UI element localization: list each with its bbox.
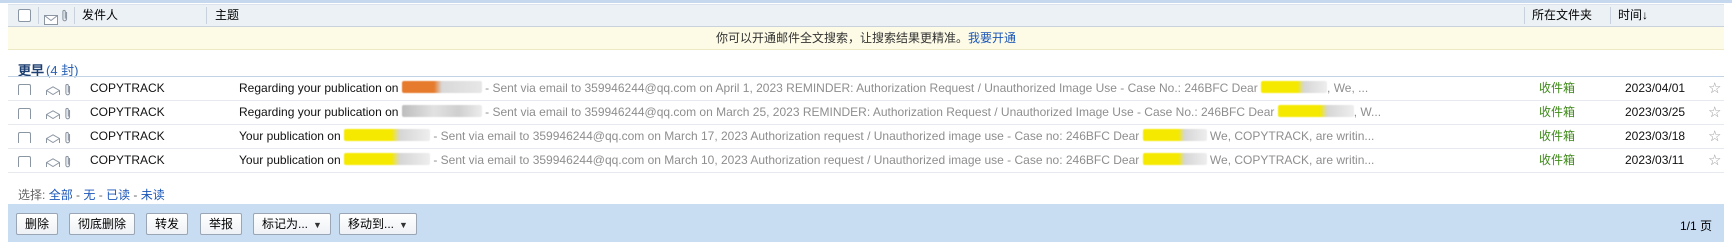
delete-button[interactable]: 删除 bbox=[16, 213, 59, 235]
paperclip-icon bbox=[64, 106, 72, 120]
header-divider bbox=[206, 7, 207, 24]
redacted-text bbox=[343, 153, 430, 165]
header-divider bbox=[1610, 7, 1611, 24]
mark-as-label: 标记为... bbox=[262, 217, 309, 231]
select-all-checkbox[interactable] bbox=[18, 9, 31, 22]
header-divider bbox=[1524, 7, 1525, 24]
row-subject-preview: - Sent via email to 359946244@qq.com on … bbox=[429, 129, 1143, 143]
redacted-text bbox=[1142, 129, 1207, 141]
star-icon[interactable]: ☆ bbox=[1708, 149, 1721, 172]
top-accent-line bbox=[0, 0, 1732, 3]
redacted-text bbox=[1261, 81, 1328, 93]
redacted-text bbox=[1277, 105, 1354, 117]
row-subject-preview: - Sent via email to 359946244@qq.com on … bbox=[481, 81, 1262, 95]
envelope-read-icon bbox=[46, 131, 60, 143]
row-subject-tail: We, COPYTRACK, are writin... bbox=[1206, 153, 1375, 167]
row-subject[interactable]: Your publication on - Sent via email to … bbox=[239, 125, 1519, 148]
row-folder: 收件箱 bbox=[1539, 153, 1576, 167]
star-icon[interactable]: ☆ bbox=[1708, 77, 1721, 100]
notice-text: 你可以开通邮件全文搜索，让搜索结果更精准。 bbox=[715, 31, 968, 45]
header-divider bbox=[74, 7, 75, 24]
row-subject-tail: We, COPYTRACK, are writin... bbox=[1206, 129, 1375, 143]
envelope-read-icon bbox=[46, 83, 60, 95]
row-subject[interactable]: Your publication on - Sent via email to … bbox=[239, 149, 1519, 172]
select-read-link[interactable]: 已读 bbox=[106, 188, 130, 202]
select-all-link[interactable]: 全部 bbox=[49, 188, 73, 202]
row-sender: COPYTRACK bbox=[90, 81, 165, 95]
row-checkbox[interactable] bbox=[18, 106, 31, 119]
star-icon[interactable]: ☆ bbox=[1708, 125, 1721, 148]
row-subject[interactable]: Regarding your publication on - Sent via… bbox=[239, 77, 1519, 100]
enable-fulltext-link[interactable]: 我要开通 bbox=[968, 31, 1016, 45]
paperclip-icon[interactable] bbox=[61, 9, 69, 23]
row-subject-preview: - Sent via email to 359946244@qq.com on … bbox=[481, 105, 1278, 119]
bottom-toolbar: 删除 彻底删除 转发 举报 标记为... ▼ 移动到... ▼ 1/1 页 bbox=[8, 204, 1724, 242]
paperclip-icon bbox=[64, 82, 72, 96]
row-date: 2023/03/25 bbox=[1625, 105, 1686, 119]
row-subject-title: Regarding your publication on bbox=[239, 105, 402, 119]
star-icon[interactable]: ☆ bbox=[1708, 101, 1721, 124]
mail-row[interactable]: COPYTRACK Regarding your publication on … bbox=[8, 77, 1724, 101]
redacted-text bbox=[343, 129, 430, 141]
sender-column-header[interactable]: 发件人 bbox=[82, 5, 118, 26]
row-date: 2023/04/01 bbox=[1625, 81, 1686, 95]
row-sender: COPYTRACK bbox=[90, 153, 165, 167]
row-subject-tail: , W... bbox=[1353, 105, 1382, 119]
row-checkbox[interactable] bbox=[18, 82, 31, 95]
folder-column-header[interactable]: 所在文件夹 bbox=[1532, 5, 1592, 26]
mail-list-header: 发件人 主题 所在文件夹 时间↓ bbox=[8, 4, 1724, 27]
mark-as-dropdown[interactable]: 标记为... ▼ bbox=[253, 213, 331, 235]
forward-button[interactable]: 转发 bbox=[146, 213, 189, 235]
report-button[interactable]: 举报 bbox=[200, 213, 243, 235]
row-subject-title: Your publication on bbox=[239, 153, 344, 167]
row-subject-tail: , We, ... bbox=[1327, 81, 1369, 95]
row-checkbox[interactable] bbox=[18, 130, 31, 143]
envelope-read-icon bbox=[46, 155, 60, 167]
row-folder: 收件箱 bbox=[1539, 105, 1576, 119]
redacted-text bbox=[1142, 153, 1207, 165]
subject-column-header[interactable]: 主题 bbox=[215, 5, 239, 26]
envelope-icon[interactable] bbox=[44, 11, 58, 25]
mail-row[interactable]: COPYTRACK Regarding your publication on … bbox=[8, 101, 1724, 125]
time-column-header[interactable]: 时间↓ bbox=[1618, 5, 1648, 26]
row-subject-preview: - Sent via email to 359946244@qq.com on … bbox=[429, 153, 1143, 167]
fulltext-search-notice: 你可以开通邮件全文搜索，让搜索结果更精准。我要开通 bbox=[8, 27, 1724, 50]
row-subject-title: Regarding your publication on bbox=[239, 81, 402, 95]
envelope-read-icon bbox=[46, 107, 60, 119]
mail-row[interactable]: COPYTRACK Your publication on - Sent via… bbox=[8, 149, 1724, 173]
selection-bar: 选择: 全部 - 无 - 已读 - 未读 bbox=[18, 188, 165, 202]
header-divider bbox=[38, 7, 39, 24]
paperclip-icon bbox=[64, 154, 72, 168]
delete-forever-button[interactable]: 彻底删除 bbox=[69, 213, 136, 235]
row-date: 2023/03/11 bbox=[1625, 153, 1685, 167]
select-unread-link[interactable]: 未读 bbox=[141, 188, 165, 202]
row-checkbox[interactable] bbox=[18, 154, 31, 167]
row-date: 2023/03/18 bbox=[1625, 129, 1686, 143]
page-indicator: 1/1 页 bbox=[1679, 219, 1712, 233]
row-subject[interactable]: Regarding your publication on - Sent via… bbox=[239, 101, 1519, 124]
caret-down-icon: ▼ bbox=[399, 220, 408, 230]
select-label: 选择: bbox=[18, 188, 46, 202]
row-sender: COPYTRACK bbox=[90, 129, 165, 143]
row-folder: 收件箱 bbox=[1539, 129, 1576, 143]
redacted-text bbox=[401, 105, 482, 117]
row-folder: 收件箱 bbox=[1539, 81, 1576, 95]
select-none-link[interactable]: 无 bbox=[83, 188, 95, 202]
move-to-dropdown[interactable]: 移动到... ▼ bbox=[339, 213, 417, 235]
mail-row[interactable]: COPYTRACK Your publication on - Sent via… bbox=[8, 125, 1724, 149]
redacted-text bbox=[401, 81, 482, 93]
row-sender: COPYTRACK bbox=[90, 105, 165, 119]
move-to-label: 移动到... bbox=[348, 217, 395, 231]
paperclip-icon bbox=[64, 130, 72, 144]
caret-down-icon: ▼ bbox=[313, 220, 322, 230]
row-subject-title: Your publication on bbox=[239, 129, 344, 143]
